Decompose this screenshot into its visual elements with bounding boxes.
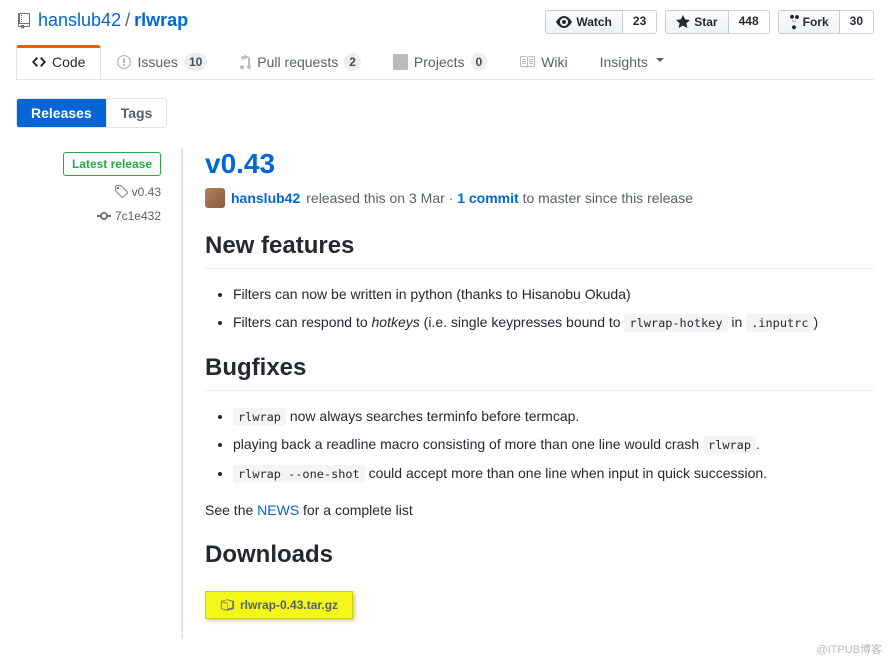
latest-release-badge: Latest release: [63, 152, 161, 176]
bugfix-item: rlwrap now always searches terminfo befo…: [233, 405, 874, 427]
commit-icon: [97, 208, 111, 224]
subnav-releases[interactable]: Releases: [17, 99, 106, 127]
tab-issues[interactable]: Issues10: [101, 45, 223, 79]
bugfix-item: playing back a readline macro consisting…: [233, 433, 874, 455]
package-icon: [220, 598, 234, 612]
subnav-tags[interactable]: Tags: [106, 99, 167, 127]
eye-icon: [556, 14, 572, 30]
watch-button[interactable]: Watch 23: [545, 10, 657, 34]
tag-link[interactable]: v0.43: [16, 184, 161, 200]
repo-link[interactable]: rlwrap: [134, 10, 188, 30]
tab-code[interactable]: Code: [16, 45, 101, 79]
tab-pulls[interactable]: Pull requests2: [223, 45, 377, 79]
feature-item: Filters can now be written in python (th…: [233, 283, 874, 305]
tab-wiki[interactable]: Wiki: [503, 45, 583, 79]
download-asset[interactable]: rlwrap-0.43.tar.gz: [205, 591, 353, 619]
star-count[interactable]: 448: [729, 10, 770, 34]
watermark: @ITPUB博客: [816, 641, 882, 657]
tag-icon: [114, 184, 128, 200]
heading-new-features: New features: [205, 232, 874, 269]
code-icon: [32, 54, 46, 70]
owner-link[interactable]: hanslub42: [38, 10, 121, 31]
see-news: See the NEWS for a complete list: [205, 500, 874, 521]
author-link[interactable]: hanslub42: [231, 190, 300, 206]
tab-projects[interactable]: Projects0: [377, 45, 503, 79]
commits-link[interactable]: 1 commit: [457, 190, 518, 206]
fork-icon: [789, 14, 799, 30]
avatar[interactable]: [205, 188, 225, 208]
star-icon: [676, 14, 690, 30]
pull-icon: [239, 54, 251, 70]
commit-link[interactable]: 7c1e432: [16, 208, 161, 224]
tab-insights[interactable]: Insights: [584, 45, 680, 79]
caret-icon: [656, 58, 664, 66]
issue-icon: [117, 54, 131, 70]
book-icon: [519, 54, 535, 70]
repo-icon: [16, 13, 32, 29]
heading-bugfixes: Bugfixes: [205, 354, 874, 391]
fork-button[interactable]: Fork 30: [778, 10, 874, 34]
project-icon: [393, 54, 408, 70]
fork-count[interactable]: 30: [840, 10, 874, 34]
repo-nav: Code Issues10 Pull requests2 Projects0 W…: [16, 45, 874, 80]
bugfix-item: rlwrap --one-shot could accept more than…: [233, 462, 874, 484]
release-title[interactable]: v0.43: [205, 148, 275, 179]
release-meta: Latest release v0.43 7c1e432: [16, 148, 181, 639]
release-author-line: hanslub42 released this on 3 Mar · 1 com…: [205, 188, 874, 208]
feature-item: Filters can respond to hotkeys (i.e. sin…: [233, 311, 874, 333]
repo-title: hanslub42 / rlwrap: [16, 10, 545, 31]
heading-downloads: Downloads: [205, 541, 874, 577]
news-link[interactable]: NEWS: [257, 502, 299, 518]
star-button[interactable]: Star 448: [665, 10, 769, 34]
watch-count[interactable]: 23: [623, 10, 657, 34]
